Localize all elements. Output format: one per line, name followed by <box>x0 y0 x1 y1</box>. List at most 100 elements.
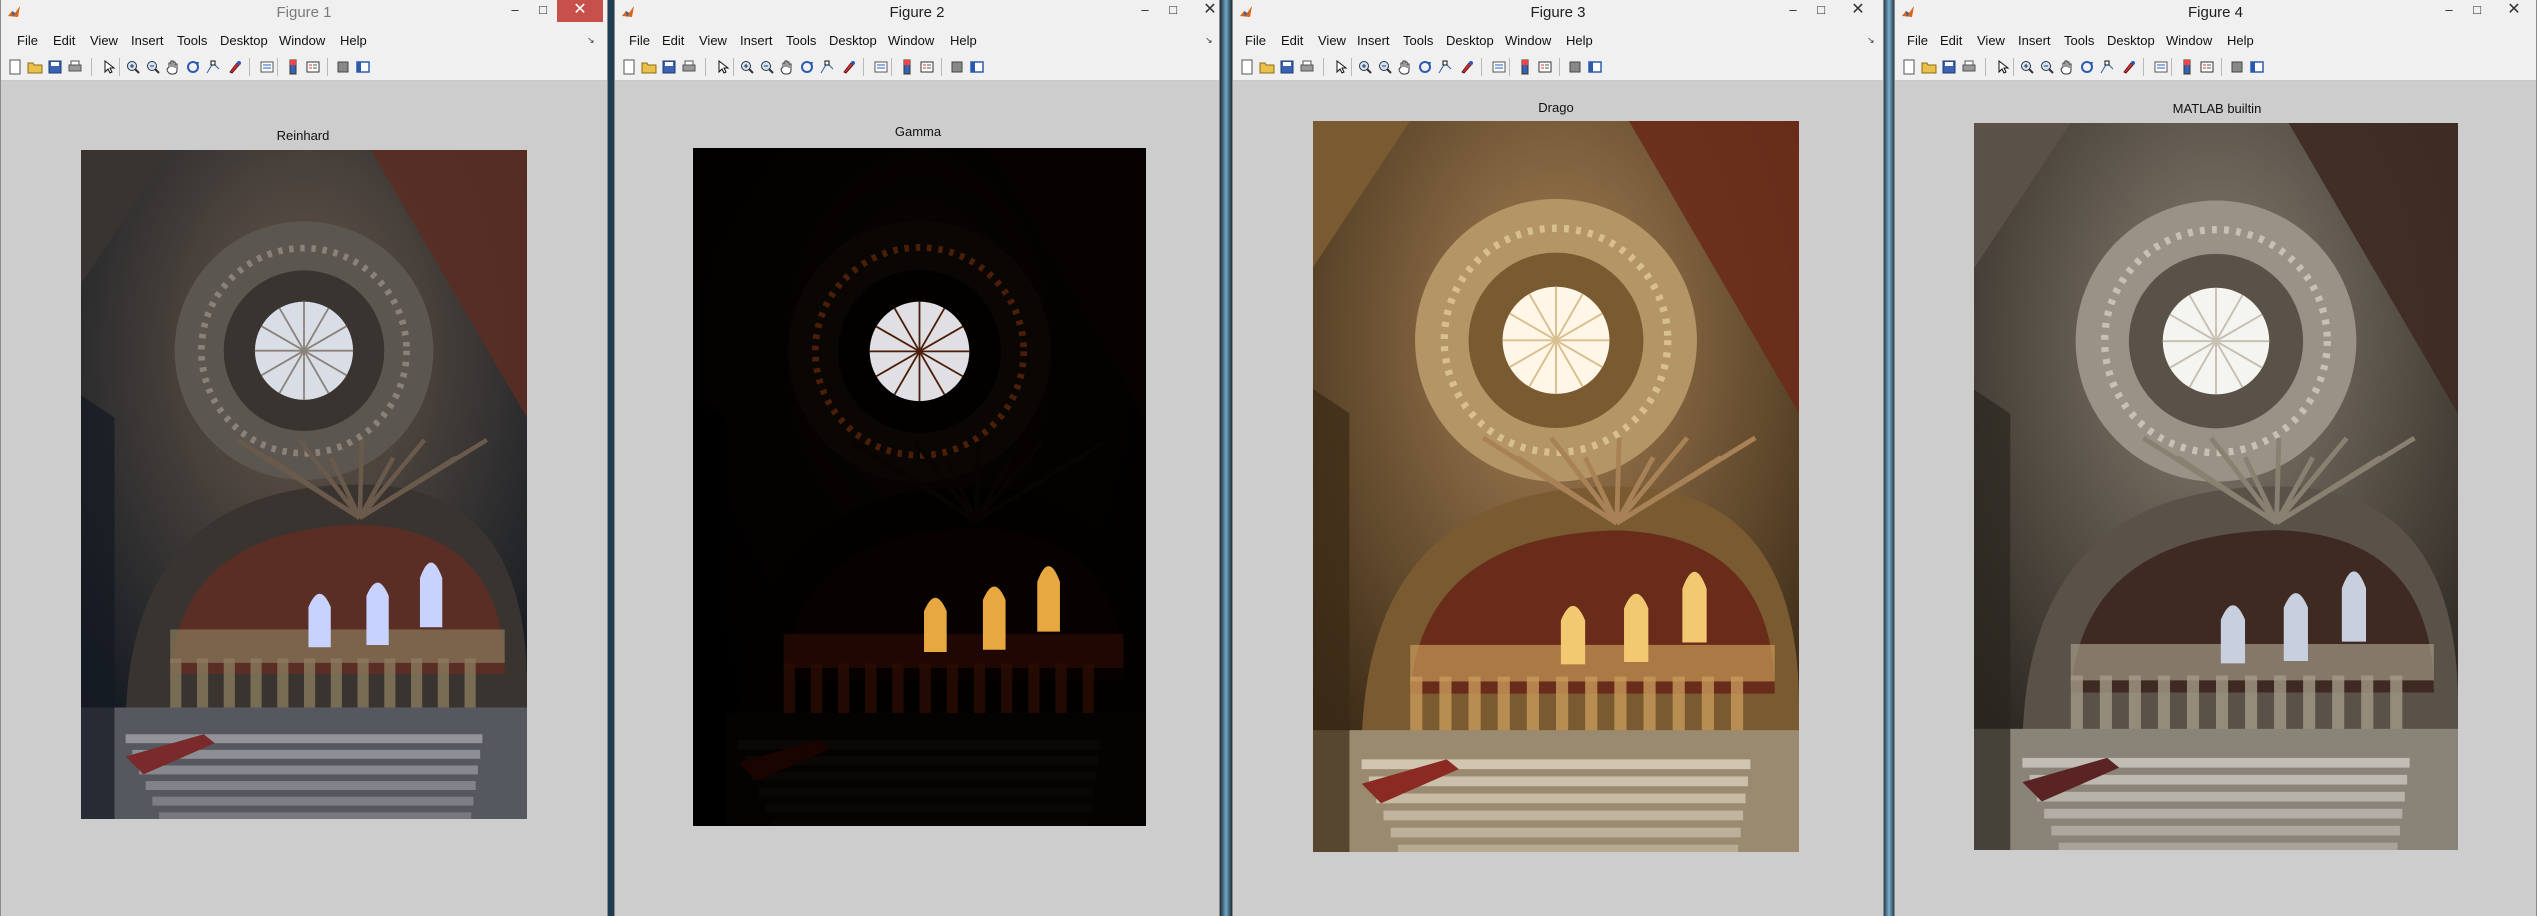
open-file-icon[interactable] <box>27 59 43 75</box>
save-icon[interactable] <box>1279 59 1295 75</box>
print-icon[interactable] <box>681 59 697 75</box>
brush-icon[interactable] <box>2121 59 2137 75</box>
show-plot-tools-icon[interactable] <box>355 59 371 75</box>
zoom-out-icon[interactable] <box>2039 59 2055 75</box>
hide-plot-tools-icon[interactable] <box>949 59 965 75</box>
menu-desktop[interactable]: Desktop <box>829 33 877 48</box>
pan-icon[interactable] <box>779 59 795 75</box>
menu-tools[interactable]: Tools <box>177 33 207 48</box>
edit-plot-icon[interactable] <box>715 59 731 75</box>
menu-file[interactable]: File <box>17 33 38 48</box>
minimize-button[interactable]: – <box>501 0 529 22</box>
menu-window[interactable]: Window <box>279 33 325 48</box>
data-cursor-icon[interactable] <box>1437 59 1453 75</box>
menu-window[interactable]: Window <box>1505 33 1551 48</box>
close-button[interactable]: ✕ <box>1835 0 1881 22</box>
menu-tools[interactable]: Tools <box>2064 33 2094 48</box>
menu-desktop[interactable]: Desktop <box>2107 33 2155 48</box>
figure-window-3[interactable]: Figure 3 – □ ✕ File Edit View Insert Too… <box>1232 0 1884 916</box>
rotate-3d-icon[interactable] <box>2079 59 2095 75</box>
hide-plot-tools-icon[interactable] <box>1567 59 1583 75</box>
menu-insert[interactable]: Insert <box>1357 33 1390 48</box>
zoom-out-icon[interactable] <box>145 59 161 75</box>
data-cursor-icon[interactable] <box>205 59 221 75</box>
close-button[interactable]: ✕ <box>2491 0 2536 22</box>
title-bar[interactable]: Figure 2 – □ ✕ <box>615 0 1219 27</box>
new-figure-icon[interactable] <box>7 59 23 75</box>
zoom-in-icon[interactable] <box>1357 59 1373 75</box>
title-bar[interactable]: Figure 4 – □ ✕ <box>1895 0 2536 27</box>
menu-view[interactable]: View <box>1318 33 1346 48</box>
new-figure-icon[interactable] <box>1901 59 1917 75</box>
menu-edit[interactable]: Edit <box>53 33 75 48</box>
pan-icon[interactable] <box>2059 59 2075 75</box>
show-plot-tools-icon[interactable] <box>969 59 985 75</box>
rotate-3d-icon[interactable] <box>799 59 815 75</box>
menu-tools[interactable]: Tools <box>786 33 816 48</box>
menu-desktop[interactable]: Desktop <box>1446 33 1494 48</box>
figure-window-2[interactable]: Figure 2 – □ ✕ File Edit View Insert Too… <box>614 0 1220 916</box>
brush-icon[interactable] <box>1459 59 1475 75</box>
close-button[interactable]: ✕ <box>557 0 603 22</box>
data-cursor-icon[interactable] <box>819 59 835 75</box>
menu-edit[interactable]: Edit <box>1281 33 1303 48</box>
save-icon[interactable] <box>661 59 677 75</box>
legend-icon[interactable] <box>2199 59 2215 75</box>
rotate-3d-icon[interactable] <box>1417 59 1433 75</box>
menu-window[interactable]: Window <box>888 33 934 48</box>
print-icon[interactable] <box>1299 59 1315 75</box>
zoom-in-icon[interactable] <box>125 59 141 75</box>
brush-icon[interactable] <box>227 59 243 75</box>
maximize-button[interactable]: □ <box>529 0 557 22</box>
open-file-icon[interactable] <box>1259 59 1275 75</box>
link-plot-icon[interactable] <box>1491 59 1507 75</box>
brush-icon[interactable] <box>841 59 857 75</box>
colorbar-icon[interactable] <box>899 59 915 75</box>
menu-help[interactable]: Help <box>2227 33 2254 48</box>
dock-arrow-icon[interactable]: ↘ <box>1867 35 1875 46</box>
rotate-3d-icon[interactable] <box>185 59 201 75</box>
minimize-button[interactable]: – <box>2435 0 2463 22</box>
legend-icon[interactable] <box>305 59 321 75</box>
zoom-out-icon[interactable] <box>1377 59 1393 75</box>
title-bar[interactable]: Figure 1 – □ ✕ <box>1 0 607 27</box>
figure-window-1[interactable]: Figure 1 – □ ✕ File Edit View Insert Too… <box>0 0 608 916</box>
menu-help[interactable]: Help <box>340 33 367 48</box>
colorbar-icon[interactable] <box>1517 59 1533 75</box>
menu-view[interactable]: View <box>90 33 118 48</box>
new-figure-icon[interactable] <box>621 59 637 75</box>
maximize-button[interactable]: □ <box>1159 0 1187 22</box>
colorbar-icon[interactable] <box>2179 59 2195 75</box>
data-cursor-icon[interactable] <box>2099 59 2115 75</box>
save-icon[interactable] <box>47 59 63 75</box>
show-plot-tools-icon[interactable] <box>2249 59 2265 75</box>
open-file-icon[interactable] <box>1921 59 1937 75</box>
figure-window-4[interactable]: Figure 4 – □ ✕ File Edit View Insert Too… <box>1894 0 2537 916</box>
menu-edit[interactable]: Edit <box>1940 33 1962 48</box>
close-button[interactable]: ✕ <box>1187 0 1219 22</box>
link-plot-icon[interactable] <box>259 59 275 75</box>
menu-file[interactable]: File <box>1907 33 1928 48</box>
minimize-button[interactable]: – <box>1131 0 1159 22</box>
open-file-icon[interactable] <box>641 59 657 75</box>
menu-view[interactable]: View <box>699 33 727 48</box>
zoom-in-icon[interactable] <box>2019 59 2035 75</box>
menu-desktop[interactable]: Desktop <box>220 33 268 48</box>
edit-plot-icon[interactable] <box>101 59 117 75</box>
zoom-out-icon[interactable] <box>759 59 775 75</box>
dock-arrow-icon[interactable]: ↘ <box>587 35 595 46</box>
dock-arrow-icon[interactable]: ↘ <box>1205 35 1213 46</box>
menu-file[interactable]: File <box>1245 33 1266 48</box>
edit-plot-icon[interactable] <box>1333 59 1349 75</box>
link-plot-icon[interactable] <box>2153 59 2169 75</box>
print-icon[interactable] <box>1961 59 1977 75</box>
show-plot-tools-icon[interactable] <box>1587 59 1603 75</box>
menu-view[interactable]: View <box>1977 33 2005 48</box>
hide-plot-tools-icon[interactable] <box>2229 59 2245 75</box>
hide-plot-tools-icon[interactable] <box>335 59 351 75</box>
pan-icon[interactable] <box>1397 59 1413 75</box>
colorbar-icon[interactable] <box>285 59 301 75</box>
link-plot-icon[interactable] <box>873 59 889 75</box>
menu-insert[interactable]: Insert <box>131 33 164 48</box>
menu-file[interactable]: File <box>629 33 650 48</box>
